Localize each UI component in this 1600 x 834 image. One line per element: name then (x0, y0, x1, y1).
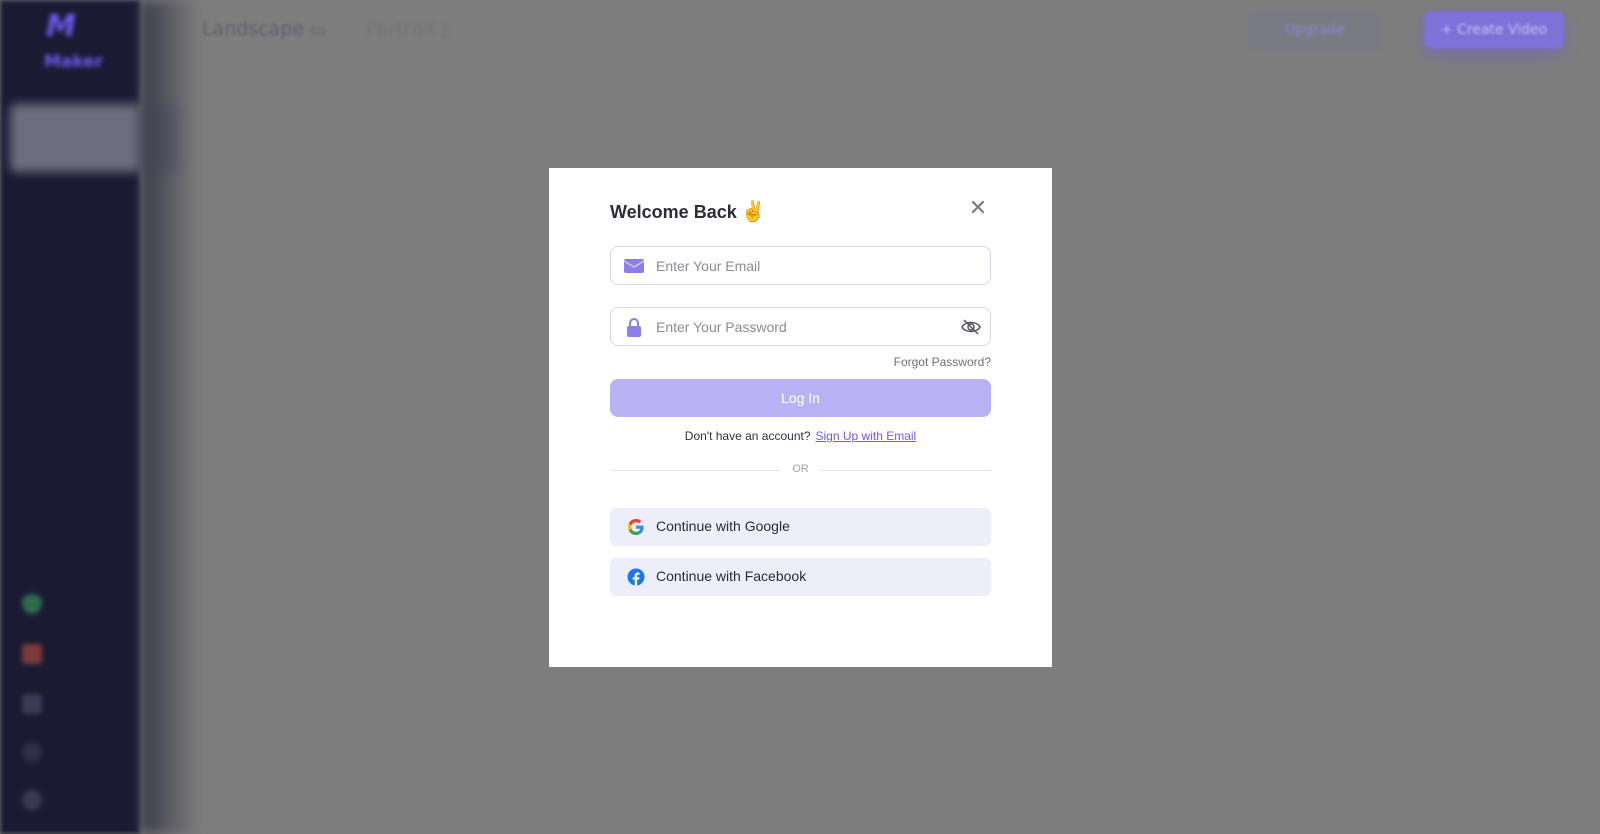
diamond-icon (22, 594, 42, 614)
signup-row: Don't have an account? Sign Up with Email (549, 429, 1052, 443)
tab-portrait[interactable]: Portrait ▯ (366, 18, 451, 40)
eye-off-icon[interactable] (960, 318, 982, 336)
email-input[interactable] (656, 253, 946, 279)
translate-icon (22, 694, 42, 714)
tab-landscape[interactable]: Landscape ▭ (202, 18, 326, 40)
divider-label: OR (792, 463, 809, 475)
brand-name: Maker (44, 52, 104, 72)
user-icon (22, 790, 42, 810)
divider-line-right (821, 470, 991, 471)
login-button[interactable]: Log In (610, 379, 991, 417)
top-bar: Landscape ▭ Portrait ▯ Upgrade + Create Vi… (140, 0, 1600, 60)
close-icon[interactable]: ✕ (967, 198, 989, 220)
signup-prompt: Don't have an account? (684, 429, 811, 443)
forgot-password-link[interactable]: Forgot Password? (894, 355, 991, 369)
modal-title: Welcome Back ✌ (610, 199, 766, 224)
monitor-icon: ▭ (310, 20, 327, 40)
tab-landscape-label: Landscape (202, 18, 305, 40)
lock-icon (627, 318, 641, 337)
email-field[interactable] (610, 246, 991, 285)
phone-icon: ▯ (441, 20, 452, 40)
logo-mark: M (46, 9, 76, 44)
victory-hand-icon: ✌ (740, 201, 766, 223)
google-login-button[interactable]: Continue with Google (610, 508, 991, 546)
tab-portrait-label: Portrait (366, 18, 436, 40)
modal-title-text: Welcome Back (610, 202, 737, 222)
sidebar-shadow (140, 0, 200, 834)
create-video-button[interactable]: + Create Video (1424, 11, 1564, 49)
password-input[interactable] (656, 314, 946, 340)
password-field[interactable] (610, 307, 991, 346)
facebook-login-label: Continue with Facebook (656, 568, 807, 584)
brand-logo: M Maker (30, 9, 110, 73)
login-modal: Welcome Back✌ ✕ Forgot Password? Log In … (549, 168, 1052, 667)
or-divider: OR (610, 462, 991, 478)
google-icon (628, 519, 644, 535)
facebook-login-button[interactable]: Continue with Facebook (610, 558, 991, 596)
upgrade-button[interactable]: Upgrade (1248, 10, 1382, 50)
mail-icon (623, 259, 645, 273)
headset-icon (22, 742, 42, 762)
gift-icon (22, 644, 42, 664)
signup-link[interactable]: Sign Up with Email (816, 429, 917, 443)
facebook-icon (627, 568, 645, 586)
google-login-label: Continue with Google (656, 518, 790, 534)
